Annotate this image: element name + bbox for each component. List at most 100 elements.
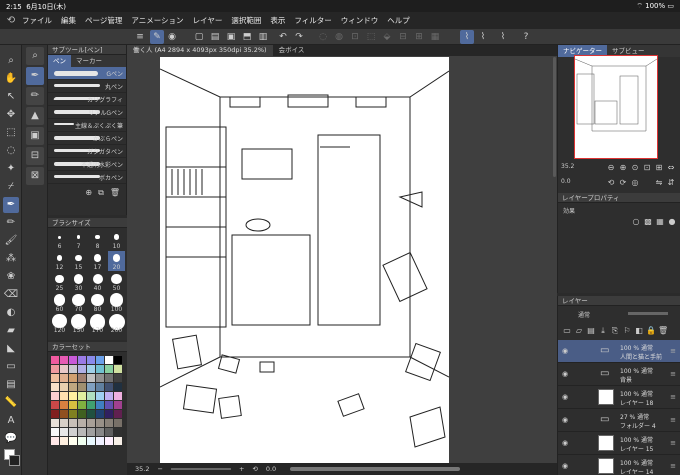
brush-size-option[interactable]: 12 bbox=[51, 251, 68, 271]
text-icon[interactable]: A bbox=[3, 413, 19, 429]
brush-size-option[interactable]: 20 bbox=[108, 251, 125, 271]
auto-select-icon[interactable]: ✦ bbox=[3, 161, 19, 177]
color-swatch[interactable] bbox=[114, 356, 122, 364]
color-swatch[interactable] bbox=[51, 392, 59, 400]
brush-size-option[interactable]: 70 bbox=[70, 293, 87, 313]
brush-size-option[interactable]: 60 bbox=[51, 293, 68, 313]
tool-group-1-icon[interactable]: ⌕ bbox=[26, 47, 44, 65]
brush-size-option[interactable]: 200 bbox=[108, 314, 125, 334]
color-swatch[interactable] bbox=[78, 401, 86, 409]
fill-icon[interactable]: ◍ bbox=[332, 30, 346, 44]
brush-size-option[interactable]: 40 bbox=[89, 272, 106, 292]
airbrush-icon[interactable]: ⁂ bbox=[3, 251, 19, 267]
menu-selection[interactable]: 選択範囲 bbox=[231, 15, 261, 26]
new-vector-layer-icon[interactable]: ▱ bbox=[574, 326, 584, 336]
brush-size-option[interactable]: 50 bbox=[108, 272, 125, 292]
redo-icon[interactable]: ↷ bbox=[292, 30, 306, 44]
layer-menu-icon[interactable]: ≡ bbox=[670, 347, 676, 355]
color-swatch[interactable] bbox=[69, 428, 77, 436]
merge-down-icon[interactable]: ⤓ bbox=[598, 326, 608, 336]
brush-item[interactable]: Gペン bbox=[48, 67, 126, 80]
brush-item[interactable]: かぶらペン bbox=[48, 132, 126, 145]
nav-fit-window-icon[interactable]: ⊞ bbox=[654, 163, 664, 173]
menu-edit[interactable]: 編集 bbox=[61, 15, 76, 26]
brush-size-option[interactable]: 8 bbox=[89, 230, 106, 250]
color-swatch[interactable] bbox=[60, 356, 68, 364]
new-folder-icon[interactable]: ▤ bbox=[586, 326, 596, 336]
lock-icon[interactable]: 🔒 bbox=[646, 326, 656, 336]
undo-icon[interactable]: ↶ bbox=[276, 30, 290, 44]
selection-show-icon[interactable]: ⊞ bbox=[412, 30, 426, 44]
color-swatch[interactable] bbox=[51, 428, 59, 436]
tool-group-3-icon[interactable]: ✏ bbox=[26, 87, 44, 105]
color-swatch[interactable] bbox=[96, 419, 104, 427]
color-swatch[interactable] bbox=[87, 392, 95, 400]
layer-menu-icon[interactable]: ≡ bbox=[670, 370, 676, 378]
zoom-value[interactable]: 35.2 bbox=[135, 465, 149, 473]
color-swatch[interactable] bbox=[60, 401, 68, 409]
tool-group-6-icon[interactable]: ⊟ bbox=[26, 147, 44, 165]
color-swatch[interactable] bbox=[114, 401, 122, 409]
color-swatch[interactable] bbox=[96, 437, 104, 445]
color-swatch[interactable] bbox=[51, 437, 59, 445]
color-swatch[interactable] bbox=[96, 356, 104, 364]
effect-color-icon[interactable]: ● bbox=[667, 217, 677, 227]
color-swatch[interactable] bbox=[51, 356, 59, 364]
color-swatch[interactable] bbox=[87, 401, 95, 409]
lasso-icon[interactable]: ◌ bbox=[3, 143, 19, 159]
color-swatch[interactable] bbox=[69, 383, 77, 391]
save-icon[interactable]: ▣ bbox=[224, 30, 238, 44]
color-swatch[interactable] bbox=[105, 401, 113, 409]
color-swatch[interactable] bbox=[87, 383, 95, 391]
color-swatch[interactable] bbox=[114, 374, 122, 382]
deselect-icon[interactable]: ⬚ bbox=[364, 30, 378, 44]
color-swatch[interactable] bbox=[87, 365, 95, 373]
hand-icon[interactable]: ✋ bbox=[3, 71, 19, 87]
tool-group-pen-icon[interactable]: ✒ bbox=[26, 67, 44, 85]
brush-item[interactable]: リアルGペン bbox=[48, 106, 126, 119]
brush-size-option[interactable]: 6 bbox=[51, 230, 68, 250]
color-swatch[interactable] bbox=[60, 392, 68, 400]
opacity-slider[interactable] bbox=[628, 312, 668, 315]
color-swatch[interactable] bbox=[51, 410, 59, 418]
color-swatch[interactable] bbox=[105, 410, 113, 418]
color-swatch[interactable] bbox=[78, 365, 86, 373]
move-icon[interactable]: ✥ bbox=[3, 107, 19, 123]
visibility-eye-icon[interactable]: ◉ bbox=[562, 416, 568, 424]
color-swatch[interactable] bbox=[60, 428, 68, 436]
zoom-slider[interactable] bbox=[170, 468, 231, 470]
brush-size-option[interactable]: 25 bbox=[51, 272, 68, 292]
brush-size-option[interactable]: 15 bbox=[70, 251, 87, 271]
nav-flip-h-icon[interactable]: ⇋ bbox=[654, 178, 664, 188]
color-swatch[interactable] bbox=[69, 356, 77, 364]
invert-selection-icon[interactable]: ⬙ bbox=[380, 30, 394, 44]
effect-border-icon[interactable]: ○ bbox=[631, 217, 641, 227]
canvas-vertical-scrollbar[interactable] bbox=[553, 57, 556, 177]
color-swatch[interactable] bbox=[105, 365, 113, 373]
color-swatch[interactable] bbox=[60, 410, 68, 418]
color-swatch[interactable] bbox=[105, 392, 113, 400]
layer-row[interactable]: ◉ 100 % 通常 レイヤー 18 ≡ bbox=[558, 386, 680, 409]
color-swatch[interactable] bbox=[87, 374, 95, 382]
layer-row[interactable]: ◉ 100 % 通常 レイヤー 14 ≡ bbox=[558, 455, 680, 475]
delete-layer-icon[interactable]: 🗑 bbox=[658, 326, 668, 336]
nav-fit-icon[interactable]: ⊡ bbox=[642, 163, 652, 173]
color-swatch[interactable] bbox=[78, 437, 86, 445]
balloon-icon[interactable]: 💬 bbox=[3, 431, 19, 447]
layer-menu-icon[interactable]: ≡ bbox=[670, 439, 676, 447]
visibility-eye-icon[interactable]: ◉ bbox=[562, 393, 568, 401]
nav-zoom-in-icon[interactable]: ⊕ bbox=[618, 163, 628, 173]
color-swatch[interactable] bbox=[60, 374, 68, 382]
fill-tool-icon[interactable]: ▰ bbox=[3, 323, 19, 339]
zoom-icon[interactable]: ⌕ bbox=[3, 53, 19, 69]
layer-menu-icon[interactable]: ≡ bbox=[670, 416, 676, 424]
app-logo-icon[interactable]: ⟲ bbox=[0, 15, 22, 26]
stabilization-2-icon[interactable]: ⌇ bbox=[476, 30, 490, 44]
color-swatch[interactable] bbox=[87, 419, 95, 427]
color-swatch[interactable] bbox=[96, 383, 104, 391]
canvas-page[interactable] bbox=[160, 57, 449, 465]
color-swatch[interactable] bbox=[105, 419, 113, 427]
open-file-icon[interactable]: ▤ bbox=[208, 30, 222, 44]
menu-file[interactable]: ファイル bbox=[22, 15, 52, 26]
color-swatch[interactable] bbox=[78, 392, 86, 400]
